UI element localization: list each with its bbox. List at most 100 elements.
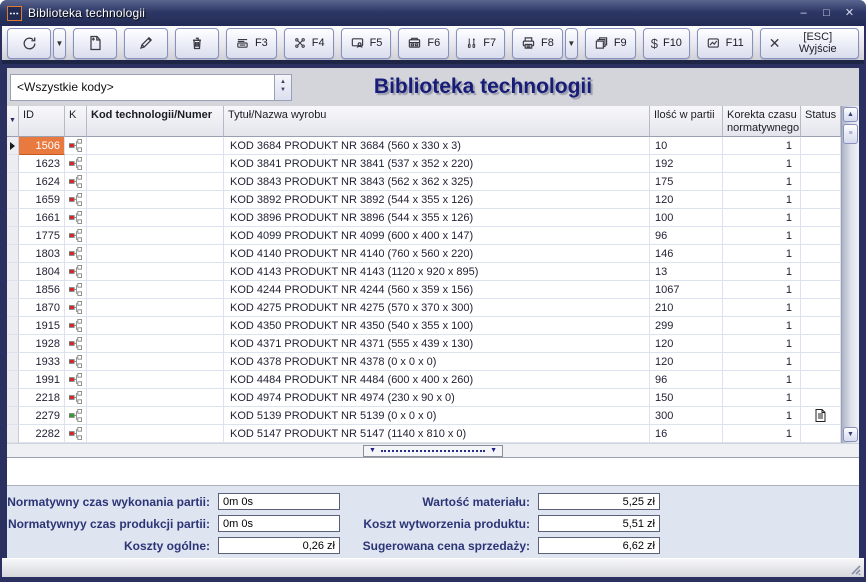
cell-qty[interactable]: 100 bbox=[650, 209, 723, 227]
edit-record-button[interactable] bbox=[124, 28, 168, 59]
cell-kod[interactable] bbox=[87, 371, 224, 389]
machine-button[interactable]: F6 bbox=[398, 28, 449, 59]
cell-title[interactable]: KOD 4143 PRODUKT NR 4143 (1120 x 920 x 8… bbox=[224, 263, 650, 281]
cell-title[interactable]: KOD 5139 PRODUKT NR 5139 (0 x 0 x 0) bbox=[224, 407, 650, 425]
cell-status[interactable] bbox=[801, 389, 841, 407]
cell-kod[interactable] bbox=[87, 299, 224, 317]
cell-status[interactable] bbox=[801, 227, 841, 245]
cell-qty[interactable]: 1067 bbox=[650, 281, 723, 299]
cell-kod[interactable] bbox=[87, 191, 224, 209]
cell-kod[interactable] bbox=[87, 137, 224, 155]
cell-kod[interactable] bbox=[87, 425, 224, 443]
field-koszty-ogolne[interactable]: 0,26 zł bbox=[218, 537, 340, 554]
column-header-status[interactable]: Status bbox=[801, 106, 841, 137]
cell-korekta[interactable]: 1 bbox=[723, 299, 801, 317]
cell-korekta[interactable]: 1 bbox=[723, 407, 801, 425]
cell-qty[interactable]: 120 bbox=[650, 191, 723, 209]
cell-kod[interactable] bbox=[87, 263, 224, 281]
table-row[interactable]: 1991KOD 4484 PRODUKT NR 4484 (600 x 400 … bbox=[7, 371, 841, 389]
cell-korekta[interactable]: 1 bbox=[723, 263, 801, 281]
cell-status[interactable] bbox=[801, 299, 841, 317]
cell-kod[interactable] bbox=[87, 335, 224, 353]
column-header-k[interactable]: K bbox=[65, 106, 87, 137]
cell-kod[interactable] bbox=[87, 353, 224, 371]
cell-qty[interactable]: 13 bbox=[650, 263, 723, 281]
cell-qty[interactable]: 120 bbox=[650, 353, 723, 371]
cell-qty[interactable]: 10 bbox=[650, 137, 723, 155]
table-row[interactable]: 2279 KOD 5139 PRODUKT NR 5139 (0 x 0 x 0)… bbox=[7, 407, 841, 425]
cell-qty[interactable]: 96 bbox=[650, 371, 723, 389]
cell-korekta[interactable]: 1 bbox=[723, 137, 801, 155]
close-button[interactable]: ✕ bbox=[840, 5, 859, 21]
table-row[interactable]: 1624 KOD 3843 PRODUKT NR 3843 (562 x 362 … bbox=[7, 173, 841, 191]
field-czas-produkcji[interactable]: 0m 0s bbox=[218, 515, 340, 532]
cell-qty[interactable]: 96 bbox=[650, 227, 723, 245]
cell-title[interactable]: KOD 4974 PRODUKT NR 4974 (230 x 90 x 0) bbox=[224, 389, 650, 407]
field-cena-sprzedazy[interactable]: 6,62 zł bbox=[538, 537, 660, 554]
costs-button[interactable]: $ F10 bbox=[643, 28, 690, 59]
cell-korekta[interactable]: 1 bbox=[723, 209, 801, 227]
cell-kod[interactable] bbox=[87, 245, 224, 263]
combo-spinner[interactable]: ▲ ▼ bbox=[274, 75, 291, 100]
cell-title[interactable]: KOD 4371 PRODUKT NR 4371 (555 x 439 x 13… bbox=[224, 335, 650, 353]
delete-record-button[interactable] bbox=[175, 28, 219, 59]
cell-id[interactable]: 1870 bbox=[19, 299, 65, 317]
table-row[interactable]: 1803 KOD 4140 PRODUKT NR 4140 (760 x 560 … bbox=[7, 245, 841, 263]
filter-arrow-icon[interactable]: ▼ bbox=[7, 106, 19, 137]
cell-id[interactable]: 1661 bbox=[19, 209, 65, 227]
cell-korekta[interactable]: 1 bbox=[723, 173, 801, 191]
cell-id[interactable]: 1915 bbox=[19, 317, 65, 335]
cell-id[interactable]: 2279 bbox=[19, 407, 65, 425]
column-header-id[interactable]: ID bbox=[19, 106, 65, 137]
cell-korekta[interactable]: 1 bbox=[723, 227, 801, 245]
cell-status[interactable] bbox=[801, 173, 841, 191]
column-header-kod[interactable]: Kod technologii/Numer bbox=[87, 106, 224, 137]
cell-id[interactable]: 1624 bbox=[19, 173, 65, 191]
cell-id[interactable]: 1804 bbox=[19, 263, 65, 281]
table-row[interactable]: 1856 KOD 4244 PRODUKT NR 4244 (560 x 359 … bbox=[7, 281, 841, 299]
cell-id[interactable]: 1775 bbox=[19, 227, 65, 245]
chart-button[interactable]: F11 bbox=[697, 28, 753, 59]
splitter-bar[interactable]: ▼ ▼ bbox=[7, 443, 859, 458]
cell-qty[interactable]: 300 bbox=[650, 407, 723, 425]
cell-id[interactable]: 1928 bbox=[19, 335, 65, 353]
cell-kod[interactable] bbox=[87, 155, 224, 173]
cell-title[interactable]: KOD 4140 PRODUKT NR 4140 (760 x 560 x 22… bbox=[224, 245, 650, 263]
table-row[interactable]: 1775 KOD 4099 PRODUKT NR 4099 (600 x 400 … bbox=[7, 227, 841, 245]
table-row[interactable]: 1659KOD 3892 PRODUKT NR 3892 (544 x 355 … bbox=[7, 191, 841, 209]
cell-title[interactable]: KOD 3896 PRODUKT NR 3896 (544 x 355 x 12… bbox=[224, 209, 650, 227]
table-row[interactable]: 1623KOD 3841 PRODUKT NR 3841 (537 x 352 … bbox=[7, 155, 841, 173]
cell-title[interactable]: KOD 4099 PRODUKT NR 4099 (600 x 400 x 14… bbox=[224, 227, 650, 245]
print-button[interactable]: F8 bbox=[512, 28, 563, 59]
cell-id[interactable]: 1803 bbox=[19, 245, 65, 263]
table-row[interactable]: 2218KOD 4974 PRODUKT NR 4974 (230 x 90 x… bbox=[7, 389, 841, 407]
cell-korekta[interactable]: 1 bbox=[723, 317, 801, 335]
table-row[interactable]: 1661 KOD 3896 PRODUKT NR 3896 (544 x 355 … bbox=[7, 209, 841, 227]
cell-id[interactable]: 1856 bbox=[19, 281, 65, 299]
copies-button[interactable]: F9 bbox=[585, 28, 636, 59]
splitter-collapse-button[interactable]: ▼ ▼ bbox=[363, 445, 503, 457]
cell-qty[interactable]: 150 bbox=[650, 389, 723, 407]
cell-id[interactable]: 1933 bbox=[19, 353, 65, 371]
scroll-down-button[interactable]: ▼ bbox=[843, 427, 858, 442]
title-bar[interactable]: Biblioteka technologii – □ ✕ bbox=[0, 0, 866, 26]
cell-status[interactable] bbox=[801, 425, 841, 443]
cell-title[interactable]: KOD 3684 PRODUKT NR 3684 (560 x 330 x 3) bbox=[224, 137, 650, 155]
cell-qty[interactable]: 120 bbox=[650, 335, 723, 353]
cell-title[interactable]: KOD 3843 PRODUKT NR 3843 (562 x 362 x 32… bbox=[224, 173, 650, 191]
cell-korekta[interactable]: 1 bbox=[723, 191, 801, 209]
exit-button[interactable]: ✕ [ESC] Wyjście bbox=[760, 28, 859, 59]
tools-button[interactable]: F7 bbox=[456, 28, 505, 59]
cell-korekta[interactable]: 1 bbox=[723, 389, 801, 407]
refresh-button[interactable] bbox=[7, 28, 51, 59]
table-row[interactable]: 1933KOD 4378 PRODUKT NR 4378 (0 x 0 x 0)… bbox=[7, 353, 841, 371]
cell-qty[interactable]: 16 bbox=[650, 425, 723, 443]
cell-title[interactable]: KOD 3841 PRODUKT NR 3841 (537 x 352 x 22… bbox=[224, 155, 650, 173]
table-row[interactable]: 2282KOD 5147 PRODUKT NR 5147 (1140 x 810… bbox=[7, 425, 841, 443]
cell-status[interactable] bbox=[801, 137, 841, 155]
table-row[interactable]: 1804 KOD 4143 PRODUKT NR 4143 (1120 x 920… bbox=[7, 263, 841, 281]
cell-title[interactable]: KOD 4244 PRODUKT NR 4244 (560 x 359 x 15… bbox=[224, 281, 650, 299]
maximize-button[interactable]: □ bbox=[817, 5, 836, 21]
cell-status[interactable] bbox=[801, 263, 841, 281]
cell-korekta[interactable]: 1 bbox=[723, 155, 801, 173]
